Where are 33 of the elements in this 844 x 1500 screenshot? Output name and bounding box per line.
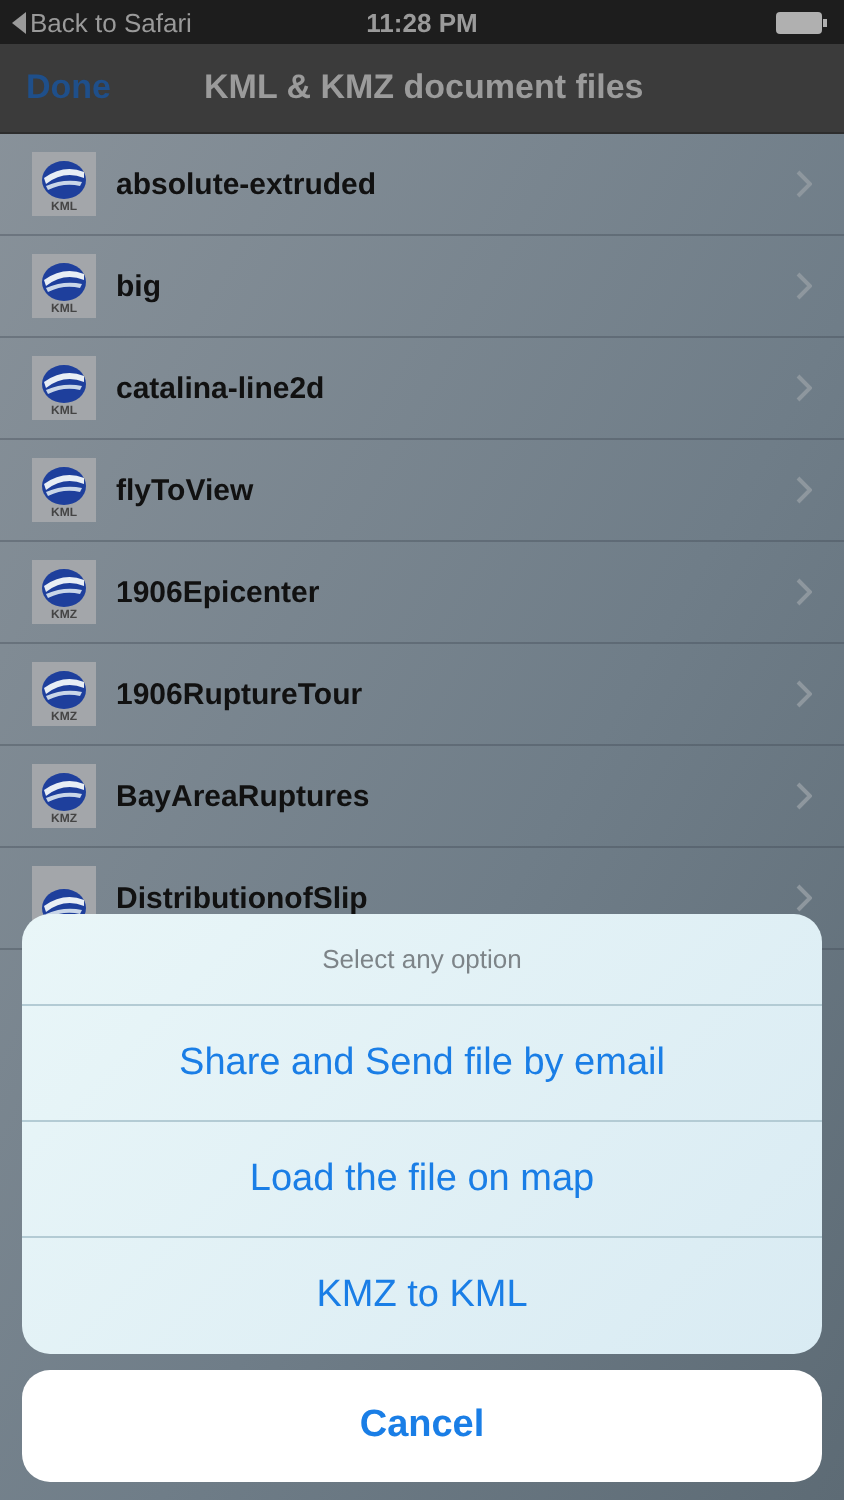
globe-icon [40, 160, 88, 200]
action-sheet-title: Select any option [22, 914, 822, 1006]
back-arrow-icon [12, 11, 26, 33]
file-name: catalina-line2d [116, 371, 327, 405]
chevron-icon [796, 476, 812, 504]
globe-icon [40, 262, 88, 302]
chevron-icon [796, 578, 812, 606]
cancel-button[interactable]: Cancel [22, 1370, 822, 1482]
chevron-icon [796, 680, 812, 708]
battery-icon [776, 11, 828, 33]
globe-icon [40, 670, 88, 710]
chevron-icon [796, 272, 812, 300]
action-option[interactable]: Share and Send file by email [22, 1006, 822, 1122]
action-option[interactable]: Load the file on map [22, 1122, 822, 1238]
chevron-icon [796, 170, 812, 198]
globe-icon [40, 364, 88, 404]
nav-title: KML & KMZ document files [204, 68, 644, 108]
globe-icon [40, 772, 88, 812]
file-name: big [116, 269, 163, 303]
file-name: flyToView [116, 473, 256, 507]
action-option[interactable]: KMZ to KML [22, 1238, 822, 1354]
globe-icon [40, 568, 88, 608]
file-name: BayAreaRuptures [116, 779, 372, 813]
status-time: 11:28 PM [366, 7, 478, 37]
file-name: DistributionofSlip [116, 881, 370, 915]
file-name: absolute-extruded [116, 167, 379, 201]
chevron-icon [796, 782, 812, 810]
file-name: 1906RuptureTour [116, 677, 365, 711]
back-to-safari-link[interactable]: Back to Safari [12, 7, 192, 37]
chevron-icon [796, 884, 812, 912]
globe-icon [40, 466, 88, 506]
chevron-icon [796, 374, 812, 402]
file-name: 1906Epicenter [116, 575, 322, 609]
